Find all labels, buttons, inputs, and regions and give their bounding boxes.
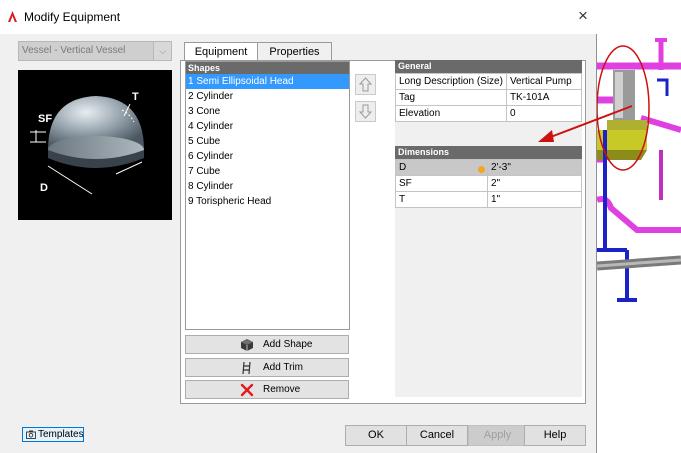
list-item[interactable]: 5 Cube — [186, 134, 349, 149]
camera-icon — [26, 430, 36, 439]
preview-label-d: D — [40, 182, 48, 194]
templates-button[interactable]: Templates — [22, 427, 84, 442]
remove-x-icon — [240, 383, 254, 397]
tab-equipment[interactable]: Equipment — [184, 42, 258, 62]
list-item[interactable]: 4 Cylinder — [186, 119, 349, 134]
cad-viewport-drawing — [597, 0, 681, 453]
preview-label-sf: SF — [38, 113, 52, 125]
tab-properties[interactable]: Properties — [257, 42, 332, 61]
table-row[interactable]: D 2'-3" — [395, 159, 582, 176]
autocad-logo-icon — [6, 10, 19, 23]
move-down-button[interactable] — [355, 101, 376, 122]
lock-icon — [478, 166, 485, 173]
property-value[interactable]: 2" — [487, 175, 582, 192]
apply-button[interactable]: Apply — [468, 425, 527, 446]
move-up-button[interactable] — [355, 74, 376, 95]
dimensions-property-grid: D 2'-3" SF 2" T 1" — [395, 159, 582, 208]
close-button[interactable]: × — [572, 6, 594, 26]
list-item[interactable]: 2 Cylinder — [186, 89, 349, 104]
table-row[interactable]: SF 2" — [395, 175, 582, 192]
property-key-cell: D — [395, 159, 488, 176]
list-item[interactable]: 3 Cone — [186, 104, 349, 119]
equipment-type-select[interactable]: Vessel - Vertical Vessel ⌵ — [18, 41, 172, 61]
property-key: Long Description (Size) — [395, 73, 507, 90]
add-trim-label: Add Trim — [263, 362, 304, 373]
cube-icon — [241, 339, 253, 351]
table-row[interactable]: Long Description (Size) Vertical Pump — [395, 73, 583, 90]
general-section-header: General — [395, 60, 582, 73]
list-item[interactable]: 9 Torispheric Head — [186, 194, 349, 209]
add-trim-button[interactable]: Add Trim — [185, 358, 349, 377]
arrow-up-icon — [358, 77, 373, 92]
add-shape-button[interactable]: Add Shape — [185, 335, 349, 354]
arrow-down-icon — [358, 104, 373, 119]
list-item[interactable]: 6 Cylinder — [186, 149, 349, 164]
modify-equipment-dialog: Modify Equipment × Vessel - Vertical Ves… — [0, 0, 597, 453]
property-value[interactable]: 1" — [487, 191, 582, 208]
list-item[interactable]: 8 Cylinder — [186, 179, 349, 194]
remove-label: Remove — [263, 384, 301, 395]
list-item[interactable]: 1 Semi Ellipsoidal Head — [186, 74, 349, 89]
property-key: D — [399, 162, 407, 173]
ok-button[interactable]: OK — [345, 425, 407, 446]
equipment-type-value: Vessel - Vertical Vessel — [22, 45, 126, 56]
table-row[interactable]: T 1" — [395, 191, 582, 208]
shapes-list[interactable]: Shapes 1 Semi Ellipsoidal Head 2 Cylinde… — [185, 61, 350, 330]
shape-preview-image: T SF D — [18, 70, 172, 220]
property-key: Elevation — [395, 105, 507, 122]
help-button[interactable]: Help — [524, 425, 586, 446]
title-bar: Modify Equipment × — [0, 0, 597, 34]
cancel-button[interactable]: Cancel — [406, 425, 468, 446]
property-key: T — [395, 191, 488, 208]
shapes-list-header: Shapes — [186, 62, 349, 74]
templates-label: Templates — [38, 429, 84, 440]
property-key: Tag — [395, 89, 507, 106]
property-key: SF — [395, 175, 488, 192]
trim-icon — [242, 361, 251, 375]
list-item[interactable]: 7 Cube — [186, 164, 349, 179]
property-value[interactable]: 2'-3" — [487, 159, 582, 176]
property-value[interactable]: Vertical Pump — [505, 73, 583, 90]
add-shape-label: Add Shape — [263, 339, 313, 350]
dialog-title: Modify Equipment — [24, 10, 121, 24]
annotation-arrow — [538, 105, 633, 142]
chevron-down-icon: ⌵ — [153, 42, 171, 60]
preview-label-t: T — [132, 91, 139, 103]
remove-button[interactable]: Remove — [185, 380, 349, 399]
